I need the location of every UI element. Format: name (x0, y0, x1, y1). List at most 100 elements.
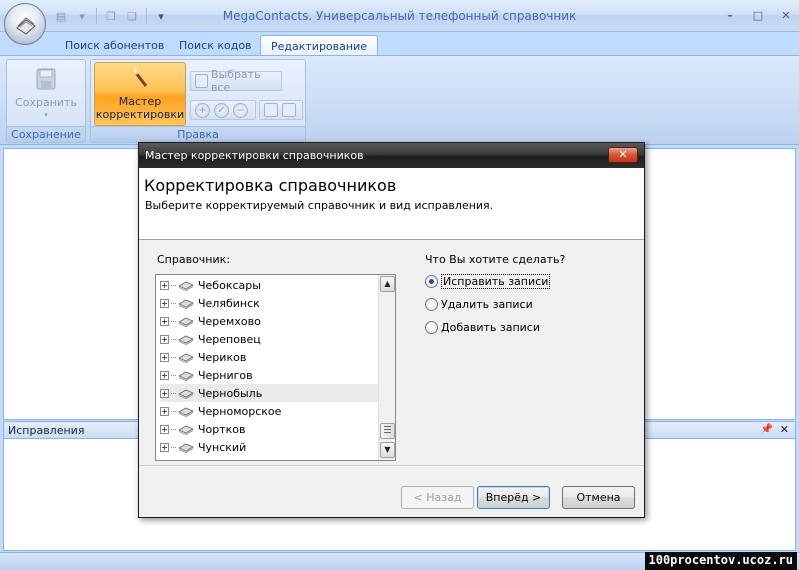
save-group-label: Сохранение (7, 126, 85, 142)
phonebook-icon (178, 407, 194, 417)
phonebook-icon (178, 443, 194, 453)
title-bar: ▤ ▾ ❐ ❏ ▾ MegaContacts. Универсальный те… (0, 0, 799, 32)
phonebook-icon (16, 17, 36, 35)
dialog-close-button[interactable]: ✕ (608, 147, 638, 163)
tree-item-label: Чунский (198, 440, 247, 454)
question-label: Что Вы хотите сделать? (425, 253, 566, 266)
scroll-thumb[interactable] (380, 423, 395, 439)
save-button[interactable]: Сохранить ▾ (11, 62, 81, 124)
check-icon[interactable]: ✓ (214, 102, 229, 118)
cancel-button[interactable]: Отмена (562, 486, 635, 509)
corrections-panel-title: Исправления (8, 424, 85, 437)
radio-fix-records[interactable]: Исправить записи (425, 273, 551, 289)
expand-icon[interactable]: + (160, 334, 169, 344)
select-all-button[interactable]: Выбрать все (190, 68, 282, 94)
tab-editing[interactable]: Редактирование (260, 35, 378, 56)
tree-item[interactable]: + Чернигов (160, 366, 378, 384)
tree-item[interactable]: + Череповец (160, 330, 378, 348)
dialog-title: Мастер корректировки справочников (139, 143, 644, 168)
tree-item-label: Челябинск (198, 296, 260, 310)
directory-list[interactable]: + Чебоксары + Челябинск + Черемхово + Череповец… (155, 274, 396, 461)
expand-icon[interactable]: + (160, 298, 169, 308)
phonebook-icon (178, 371, 194, 381)
scroll-up-button[interactable]: ▲ (380, 276, 395, 292)
expand-icon[interactable]: + (160, 388, 169, 398)
tree-item[interactable]: + Чебоксары (160, 276, 378, 294)
expand-icon[interactable]: + (160, 424, 169, 434)
tree-item[interactable]: + Челябинск (160, 294, 378, 312)
ribbon-tabs: Поиск абонентов Поиск кодов Редактирован… (0, 32, 799, 56)
tree-item-label: Чернобыль (198, 386, 263, 400)
back-button[interactable]: < Назад (401, 486, 474, 509)
edit-actions (259, 100, 303, 120)
radio-button[interactable] (425, 274, 438, 288)
tree-item[interactable]: + Чортков (160, 420, 378, 438)
radio-add-records[interactable]: Добавить записи (425, 319, 540, 335)
office-button[interactable] (4, 3, 46, 45)
edit-group: Мастер корректировки Выбрать все + ✓ − П… (90, 59, 306, 143)
transfer-icon[interactable] (282, 103, 296, 117)
wizard-label-line1: Мастер (118, 95, 162, 108)
radio-label: Удалить записи (441, 297, 533, 311)
directory-label: Справочник: (157, 253, 230, 266)
tree-connector (171, 320, 176, 322)
tree-connector (171, 428, 176, 430)
tree-item[interactable]: + Чериков (160, 348, 378, 366)
record-actions: + ✓ − (190, 100, 256, 120)
dialog-header: Корректировка справочников Выберите корр… (139, 168, 644, 240)
tree-item-label: Черемхово (198, 314, 261, 328)
select-all-icon (195, 74, 208, 88)
phonebook-icon (178, 317, 194, 327)
expand-icon[interactable]: + (160, 352, 169, 362)
tree-item[interactable]: + Черноморское (160, 402, 378, 420)
tree-connector (171, 446, 176, 448)
radio-button[interactable] (425, 297, 438, 311)
tree-item[interactable]: + Чунский (160, 438, 378, 456)
add-icon[interactable]: + (195, 102, 210, 118)
tab-search-codes[interactable]: Поиск кодов (169, 35, 262, 56)
expand-icon[interactable]: + (160, 406, 169, 416)
close-icon[interactable]: ✕ (779, 8, 793, 22)
minimize-icon[interactable]: – (723, 8, 737, 22)
correction-wizard-button[interactable]: Мастер корректировки (94, 62, 186, 126)
close-icon[interactable]: ✕ (780, 423, 789, 436)
tree-connector (171, 338, 176, 340)
phonebook-icon (178, 281, 194, 291)
expand-icon[interactable]: + (160, 370, 169, 380)
tree-item-label: Чортков (198, 422, 246, 436)
dialog-heading: Корректировка справочников (144, 176, 397, 195)
tree-connector (171, 356, 176, 358)
expand-icon[interactable]: + (160, 280, 169, 290)
expand-icon[interactable]: + (160, 316, 169, 326)
tree-item[interactable]: + Черемхово (160, 312, 378, 330)
radio-button[interactable] (425, 320, 438, 334)
tree-item-label: Череповец (198, 332, 261, 346)
expand-icon[interactable]: + (160, 442, 169, 452)
tree-item-label: Чериков (198, 350, 247, 364)
tree-connector (171, 302, 176, 304)
save-group: Сохранить ▾ Сохранение (6, 59, 86, 143)
scrollbar[interactable]: ▲ ▼ (378, 275, 395, 460)
chevron-down-icon: ▾ (44, 111, 48, 119)
edit-group-label: Правка (91, 126, 305, 142)
radio-delete-records[interactable]: Удалить записи (425, 296, 533, 312)
radio-label: Добавить записи (441, 320, 540, 334)
tree-item-partial: + (160, 456, 378, 460)
remove-icon[interactable]: − (233, 102, 248, 118)
tab-search-subscribers[interactable]: Поиск абонентов (55, 35, 174, 56)
maximize-icon[interactable]: □ (751, 8, 765, 22)
edit-icon[interactable] (264, 103, 278, 117)
dialog-subtitle: Выберите корректируемый справочник и вид… (145, 199, 494, 212)
phonebook-icon (178, 299, 194, 309)
tree-connector (171, 284, 176, 286)
dialog-footer: < Назад Вперёд > Отмена (139, 465, 644, 517)
tree-item[interactable]: + Чернобыль (160, 384, 378, 402)
tree-item-label: Черноморское (198, 404, 282, 418)
scroll-down-button[interactable]: ▼ (380, 442, 395, 458)
save-button-label: Сохранить (15, 96, 77, 109)
pin-icon[interactable]: 📌 (761, 424, 773, 435)
next-button[interactable]: Вперёд > (477, 486, 550, 509)
floppy-icon (36, 68, 56, 90)
phonebook-icon (178, 353, 194, 363)
select-all-label: Выбрать все (210, 68, 261, 94)
